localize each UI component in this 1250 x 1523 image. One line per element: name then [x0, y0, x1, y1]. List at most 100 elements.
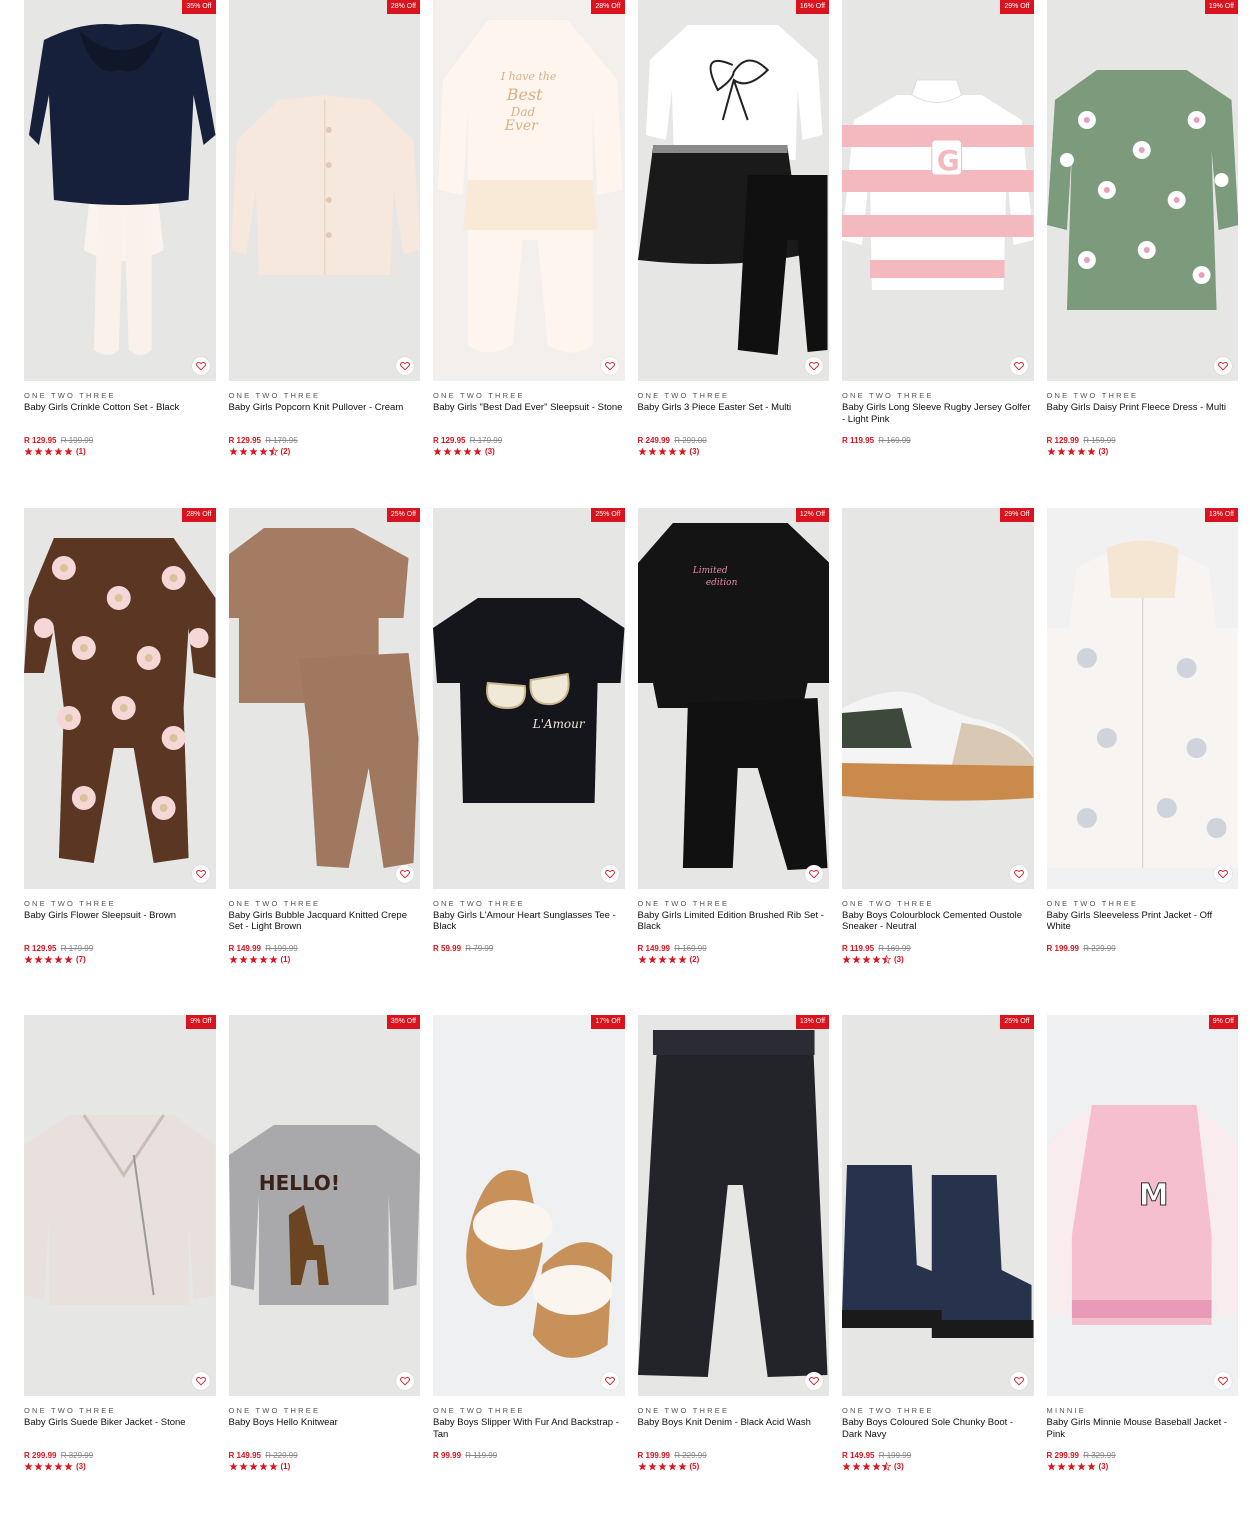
product-card[interactable]: 17% Off ONE TWO THREE Baby Boys Slipper … [433, 1015, 625, 1523]
product-card[interactable]: M 9% Off MINNIE Baby Girls Minnie Mouse … [1046, 1015, 1239, 1523]
product-photo[interactable]: M [1046, 1015, 1239, 1396]
product-card[interactable]: I have the Best Dad Ever 28% Off ONE TWO… [433, 0, 625, 508]
product-image[interactable]: 16% Off [637, 0, 830, 381]
wishlist-button[interactable] [1214, 864, 1232, 883]
rating[interactable]: (5) [637, 1461, 830, 1472]
wishlist-button[interactable] [396, 1372, 414, 1390]
product-title[interactable]: Baby Boys Colourblock Cemented Oustole S… [842, 910, 1034, 944]
product-card[interactable]: 9% Off ONE TWO THREE Baby Girls Suede Bi… [24, 1015, 216, 1523]
product-card[interactable]: HELLO! 35% Off ONE TWO THREE Baby Boys H… [228, 1015, 421, 1523]
product-image[interactable]: HELLO! 35% Off [228, 1015, 421, 1396]
product-title[interactable]: Baby Girls 3 Piece Easter Set - Multi [638, 402, 830, 436]
product-image[interactable]: 13% Off [1046, 507, 1239, 889]
product-title[interactable]: Baby Girls Suede Biker Jacket - Stone [24, 1417, 216, 1451]
product-title[interactable]: Baby Girls "Best Dad Ever" Sleepsuit - S… [433, 402, 625, 436]
rating[interactable]: (2) [228, 446, 421, 457]
product-title[interactable]: Baby Girls Bubble Jacquard Knitted Crepe… [229, 910, 421, 944]
wishlist-button[interactable] [1214, 357, 1232, 375]
wishlist-button[interactable] [1009, 1372, 1028, 1390]
product-photo[interactable]: G [842, 0, 1034, 381]
rating[interactable]: (1) [24, 446, 216, 457]
product-card[interactable]: 28% Off ONE TWO THREE Baby Girls Flower … [24, 507, 216, 1016]
product-title[interactable]: Baby Girls L'Amour Heart Sunglasses Tee … [433, 910, 625, 944]
wishlist-button[interactable] [191, 864, 210, 883]
product-photo[interactable] [842, 1015, 1034, 1396]
product-title[interactable]: Baby Boys Knit Denim - Black Acid Wash [638, 1417, 830, 1451]
rating[interactable]: (3) [842, 954, 1034, 965]
product-image[interactable]: 28% Off [228, 0, 421, 381]
product-photo[interactable] [24, 1015, 216, 1396]
product-photo[interactable] [842, 507, 1034, 889]
product-card[interactable]: 25% Off ONE TWO THREE Baby Boys Coloured… [842, 1015, 1034, 1523]
product-photo[interactable] [1046, 0, 1239, 381]
rating[interactable]: (3) [1046, 446, 1239, 457]
product-title[interactable]: Baby Girls Crinkle Cotton Set - Black [24, 402, 216, 436]
product-image[interactable]: 13% Off [637, 1015, 830, 1396]
product-title[interactable]: Baby Girls Flower Sleepsuit - Brown [24, 910, 216, 944]
wishlist-button[interactable] [600, 864, 619, 883]
product-photo[interactable]: HELLO! [228, 1015, 421, 1396]
product-title[interactable]: Baby Boys Hello Knitwear [229, 1417, 421, 1451]
product-title[interactable]: Baby Girls Popcorn Knit Pullover - Cream [229, 402, 421, 436]
product-image[interactable]: L'Amour 25% Off [433, 507, 625, 889]
product-image[interactable]: 19% Off [1046, 0, 1239, 381]
rating[interactable]: (3) [637, 446, 830, 457]
product-card[interactable]: Limited edition 12% Off ONE TWO THREE Ba… [637, 507, 830, 1016]
product-image[interactable]: G 29% Off [842, 0, 1034, 381]
rating[interactable]: (1) [228, 954, 421, 965]
product-image[interactable]: 17% Off [433, 1015, 625, 1396]
product-image[interactable]: I have the Best Dad Ever 28% Off [433, 0, 625, 381]
product-photo[interactable]: I have the Best Dad Ever [433, 0, 625, 381]
product-card[interactable]: L'Amour 25% Off ONE TWO THREE Baby Girls… [433, 507, 625, 1016]
product-photo[interactable] [637, 0, 830, 381]
wishlist-button[interactable] [191, 357, 210, 375]
wishlist-button[interactable] [1214, 1372, 1232, 1390]
product-image[interactable]: Limited edition 12% Off [637, 507, 830, 889]
wishlist-button[interactable] [600, 1372, 619, 1390]
product-photo[interactable] [24, 0, 216, 381]
product-card[interactable]: 28% Off ONE TWO THREE Baby Girls Popcorn… [228, 0, 421, 508]
product-photo[interactable] [24, 507, 216, 889]
product-title[interactable]: Baby Girls Minnie Mouse Baseball Jacket … [1047, 1417, 1239, 1451]
product-photo[interactable]: Limited edition [637, 507, 830, 889]
wishlist-button[interactable] [805, 864, 823, 883]
product-card[interactable]: 13% Off ONE TWO THREE Baby Boys Knit Den… [637, 1015, 830, 1523]
product-image[interactable]: 29% Off [842, 507, 1034, 889]
product-image[interactable]: 25% Off [842, 1015, 1034, 1396]
product-title[interactable]: Baby Girls Limited Edition Brushed Rib S… [638, 910, 830, 944]
wishlist-button[interactable] [805, 1372, 823, 1390]
rating[interactable]: (3) [1046, 1461, 1239, 1472]
product-card[interactable]: G 29% Off ONE TWO THREE Baby Girls Long … [842, 0, 1034, 508]
wishlist-button[interactable] [396, 864, 414, 883]
product-card[interactable]: 29% Off ONE TWO THREE Baby Boys Colourbl… [842, 507, 1034, 1016]
product-title[interactable]: Baby Boys Slipper With Fur And Backstrap… [433, 1417, 625, 1451]
rating[interactable]: (3) [433, 446, 625, 457]
wishlist-button[interactable] [396, 357, 414, 375]
product-photo[interactable] [637, 1015, 830, 1396]
wishlist-button[interactable] [600, 357, 619, 375]
product-card[interactable]: 25% Off ONE TWO THREE Baby Girls Bubble … [228, 507, 421, 1016]
wishlist-button[interactable] [191, 1372, 210, 1390]
product-title[interactable]: Baby Boys Coloured Sole Chunky Boot - Da… [842, 1417, 1034, 1451]
wishlist-button[interactable] [1009, 357, 1028, 375]
product-card[interactable]: 19% Off ONE TWO THREE Baby Girls Daisy P… [1046, 0, 1239, 508]
product-image[interactable]: 35% Off [24, 0, 216, 381]
product-title[interactable]: Baby Girls Long Sleeve Rugby Jersey Golf… [842, 402, 1034, 436]
product-card[interactable]: 13% Off ONE TWO THREE Baby Girls Sleevel… [1046, 507, 1239, 1016]
rating[interactable]: (3) [842, 1461, 1034, 1472]
product-title[interactable]: Baby Girls Sleeveless Print Jacket - Off… [1047, 910, 1239, 944]
product-photo[interactable] [433, 1015, 625, 1396]
product-card[interactable]: 35% Off ONE TWO THREE Baby Girls Crinkle… [24, 0, 216, 508]
product-image[interactable]: 9% Off [24, 1015, 216, 1396]
product-photo[interactable] [1046, 507, 1239, 889]
rating[interactable]: (1) [228, 1461, 421, 1472]
product-photo[interactable] [228, 507, 421, 889]
wishlist-button[interactable] [1009, 864, 1028, 883]
product-photo[interactable] [228, 0, 421, 381]
product-title[interactable]: Baby Girls Daisy Print Fleece Dress - Mu… [1047, 402, 1239, 436]
wishlist-button[interactable] [805, 357, 823, 375]
product-photo[interactable]: L'Amour [433, 507, 625, 889]
rating[interactable]: (2) [637, 954, 830, 965]
product-image[interactable]: 28% Off [24, 507, 216, 889]
rating[interactable]: (7) [24, 954, 216, 965]
